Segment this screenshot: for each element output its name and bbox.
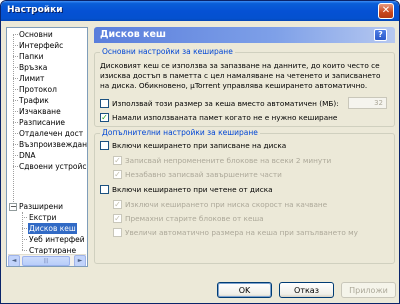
tree-item-interface[interactable]: Интерфейс xyxy=(19,40,63,51)
tree-collapse-toggle[interactable]: − xyxy=(9,203,17,211)
read-low-upload-label: Изключи кеширането при ниска скорост на … xyxy=(125,200,328,209)
tree-branch-line xyxy=(13,111,18,112)
tree-branch-line xyxy=(13,89,18,90)
cache-size-input[interactable]: 32 xyxy=(348,97,387,109)
grow-cache-checkbox[interactable] xyxy=(113,228,122,237)
tree-item-web-ui[interactable]: Уеб интерфей xyxy=(29,234,85,245)
scroll-left-icon[interactable]: ◄ xyxy=(8,255,20,266)
tree-branch-line xyxy=(13,122,18,123)
write-unchanged-option[interactable]: ✓ Записвай непроменените блокове на всек… xyxy=(113,155,331,166)
remove-old-blocks-checkbox[interactable]: ✓ xyxy=(113,214,122,223)
scroll-right-icon[interactable]: ► xyxy=(74,255,86,266)
help-button[interactable]: ? xyxy=(374,29,387,41)
close-button[interactable]: ✕ xyxy=(378,3,394,19)
tree-item-basic[interactable]: Основни xyxy=(19,29,53,40)
write-finished-label: Незабавно записвай завършените части xyxy=(125,170,282,179)
advanced-cache-group: Допълнителни настройки за кеширане Включ… xyxy=(94,128,395,264)
read-low-upload-checkbox[interactable]: ✓ xyxy=(113,200,122,209)
read-cache-label: Включи кеширането при четене от диска xyxy=(112,185,273,194)
apply-button[interactable]: Приложи xyxy=(341,282,396,298)
tree-branch-line xyxy=(22,217,27,218)
tree-branch-line xyxy=(22,239,27,240)
write-cache-checkbox[interactable] xyxy=(100,141,109,150)
read-cache-option[interactable]: Включи кеширането при четене от диска xyxy=(100,184,273,195)
write-cache-label: Включи кеширането при записване на диска xyxy=(112,141,287,150)
tree-item-disk-cache[interactable]: Дисков кеш xyxy=(28,223,77,234)
override-size-checkbox[interactable] xyxy=(100,99,109,108)
override-size-label: Използвай този размер за кеша вместо авт… xyxy=(112,99,339,108)
settings-window: Настройки ✕ Основни Интерфейс Папки Връз… xyxy=(0,0,400,304)
grow-cache-option[interactable]: Увеличи автоматично размера на кеша при … xyxy=(113,227,358,238)
reduce-memory-label: Намали използваната памет когато не е ну… xyxy=(112,113,338,122)
read-cache-checkbox[interactable] xyxy=(100,185,109,194)
write-cache-option[interactable]: Включи кеширането при записване на диска xyxy=(100,140,286,151)
reduce-memory-option[interactable]: ✓ Намали използваната памет когато не е … xyxy=(100,112,337,123)
tree-branch-line xyxy=(13,34,18,35)
settings-tree: Основни Интерфейс Папки Връзка Лимит Про… xyxy=(6,27,88,267)
panel-header: Дисков кеш ? xyxy=(94,27,395,43)
tree-item-protocol[interactable]: Протокол xyxy=(19,84,57,95)
tree-branch-line xyxy=(13,67,18,68)
basic-cache-group-label: Основни настройки за кеширане xyxy=(100,47,235,56)
title-bar[interactable]: Настройки ✕ xyxy=(1,1,399,21)
tree-branch-line xyxy=(13,144,18,145)
tree-branch-line xyxy=(13,166,18,167)
tree-item-queueing[interactable]: Изчакване xyxy=(19,106,61,117)
tree-item-limit[interactable]: Лимит xyxy=(19,73,44,84)
tree-branch-line xyxy=(13,155,18,156)
advanced-cache-group-label: Допълнителни настройки за кеширане xyxy=(100,128,260,137)
cache-description: Дисковият кеш се използва за запазване н… xyxy=(100,61,381,90)
basic-cache-group: Основни настройки за кеширане Дисковият … xyxy=(94,47,395,127)
scroll-thumb[interactable]: ||| xyxy=(22,256,70,266)
tree-guide-line xyxy=(13,34,14,202)
tree-branch-line xyxy=(13,100,18,101)
tree-horizontal-scrollbar[interactable]: ◄ ||| ► xyxy=(8,254,86,266)
tree-item-advanced[interactable]: Разширени xyxy=(19,201,63,212)
tree-branch-line xyxy=(13,78,18,79)
tree-item-traffic[interactable]: Трафик xyxy=(19,95,49,106)
remove-old-blocks-label: Премахни старите блокове от кеша xyxy=(125,214,264,223)
tree-branch-line xyxy=(13,133,18,134)
tree-branch-line xyxy=(13,45,18,46)
tree-branch-line xyxy=(22,250,27,251)
tree-item-dna[interactable]: DNA xyxy=(19,150,36,161)
tree-branch-line xyxy=(22,228,27,229)
tree-item-scheduler[interactable]: Разписание xyxy=(19,117,65,128)
tree-branch-line xyxy=(13,56,18,57)
cancel-button[interactable]: Отказ xyxy=(279,282,334,298)
tree-item-paired-devices[interactable]: Сдвоени устройс xyxy=(19,161,87,172)
grow-cache-label: Увеличи автоматично размера на кеша при … xyxy=(125,228,358,237)
tree-item-playback[interactable]: Възпроизвеждан xyxy=(19,139,87,150)
tree-item-folders[interactable]: Папки xyxy=(19,51,44,62)
write-unchanged-checkbox[interactable]: ✓ xyxy=(113,156,122,165)
read-low-upload-option[interactable]: ✓ Изключи кеширането при ниска скорост н… xyxy=(113,199,327,210)
tree-item-remote[interactable]: Отдалечен дост xyxy=(19,128,83,139)
close-icon: ✕ xyxy=(381,5,391,16)
reduce-memory-checkbox[interactable]: ✓ xyxy=(100,113,109,122)
write-unchanged-label: Записвай непроменените блокове на всеки … xyxy=(125,156,332,165)
override-size-option[interactable]: Използвай този размер за кеша вместо авт… xyxy=(100,98,339,109)
tree-item-connection[interactable]: Връзка xyxy=(19,62,47,73)
remove-old-blocks-option[interactable]: ✓ Премахни старите блокове от кеша xyxy=(113,213,264,224)
ok-button[interactable]: OK xyxy=(217,282,272,298)
window-title: Настройки xyxy=(7,5,63,15)
write-finished-option[interactable]: ✓ Незабавно записвай завършените части xyxy=(113,169,282,180)
panel-title: Дисков кеш xyxy=(100,29,167,40)
tree-item-extras[interactable]: Екстри xyxy=(29,212,56,223)
write-finished-checkbox[interactable]: ✓ xyxy=(113,170,122,179)
